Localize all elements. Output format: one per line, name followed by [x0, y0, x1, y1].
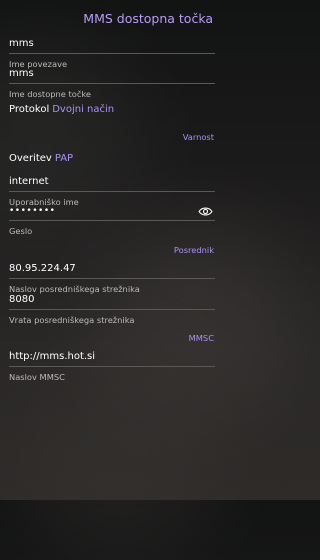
password-input[interactable]: ••••••••: [9, 204, 215, 218]
section-header-security: Varnost: [182, 132, 214, 142]
apn-input[interactable]: mms: [9, 67, 215, 81]
apn-field[interactable]: mms Ime dostopne točke: [9, 67, 215, 99]
connection-name-input[interactable]: mms: [9, 37, 215, 51]
input-underline: [9, 220, 215, 221]
section-header-proxy: Posrednik: [173, 245, 214, 255]
proxy-address-input[interactable]: 80.95.224.47: [9, 262, 215, 276]
authentication-value: PAP: [54, 153, 74, 164]
eye-icon[interactable]: [198, 206, 213, 217]
input-underline: [9, 191, 215, 192]
mmsc-input[interactable]: http://mms.hot.si: [9, 350, 215, 364]
section-header-mmsc: MMSC: [188, 333, 214, 343]
input-underline: [9, 83, 215, 84]
mms-apn-settings-page: MMS dostopna točka mms Ime povezave mms …: [0, 0, 225, 500]
authentication-title: Overitev: [9, 153, 52, 164]
protocol-value: Dvojni način: [52, 104, 115, 115]
input-underline: [9, 309, 215, 310]
mmsc-label: Naslov MMSC: [9, 372, 65, 382]
authentication-combobox[interactable]: Overitev PAP: [9, 153, 73, 164]
input-underline: [9, 53, 215, 54]
password-field[interactable]: •••••••• Geslo: [9, 204, 215, 236]
page-title: MMS dostopna točka: [83, 11, 213, 26]
password-label: Geslo: [9, 226, 33, 236]
input-underline: [9, 278, 215, 279]
proxy-port-input[interactable]: 8080: [9, 293, 215, 307]
input-underline: [9, 366, 215, 367]
protocol-combobox[interactable]: Protokol Dvojni način: [9, 104, 114, 115]
proxy-address-field[interactable]: 80.95.224.47 Naslov posredniškega strežn…: [9, 262, 215, 294]
protocol-title: Protokol: [9, 104, 50, 115]
username-field[interactable]: internet Uporabniško ime: [9, 175, 215, 207]
connection-name-field[interactable]: mms Ime povezave: [9, 37, 215, 69]
apn-label: Ime dostopne točke: [9, 89, 92, 99]
mmsc-field[interactable]: http://mms.hot.si Naslov MMSC: [9, 350, 215, 382]
username-input[interactable]: internet: [9, 175, 215, 189]
proxy-port-label: Vrata posredniškega strežnika: [9, 315, 135, 325]
proxy-port-field[interactable]: 8080 Vrata posredniškega strežnika: [9, 293, 215, 325]
